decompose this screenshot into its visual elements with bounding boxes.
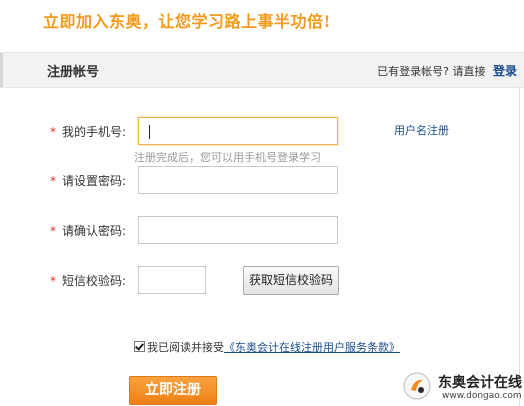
sms-code-label-group: * 短信校验码: <box>50 272 126 289</box>
dongao-watermark: 东奥会计在线 www.dongao.com <box>402 366 524 406</box>
sms-code-label: 短信校验码: <box>61 274 126 288</box>
agree-text: 我已阅读并接受 <box>147 341 224 354</box>
password-label: 请设置密码: <box>61 174 126 188</box>
has-account-text: 已有登录帐号? 请直接 <box>377 65 486 78</box>
confirm-password-input[interactable] <box>138 216 338 244</box>
required-mark: * <box>49 174 56 188</box>
register-submit-button[interactable]: 立即注册 <box>129 376 217 405</box>
required-mark: * <box>49 274 56 288</box>
phone-label: 我的手机号: <box>61 125 126 139</box>
confirm-password-label: 请确认密码: <box>61 224 126 238</box>
header-left-strip <box>0 53 3 87</box>
watermark-url: www.dongao.com <box>442 391 522 401</box>
right-border <box>519 86 520 406</box>
agreement: 我已阅读并接受《东奥会计在线注册用户服务条款》 <box>134 339 400 355</box>
login-link[interactable]: 登录 <box>493 64 517 78</box>
terms-link[interactable]: 《东奥会计在线注册用户服务条款》 <box>224 341 400 354</box>
required-mark: * <box>49 125 56 139</box>
phone-label-group: * 我的手机号: <box>50 123 126 140</box>
password-input[interactable] <box>138 166 338 194</box>
required-mark: * <box>49 224 56 238</box>
username-register-link[interactable]: 用户名注册 <box>394 122 449 138</box>
watermark-name: 东奥会计在线 <box>438 375 522 391</box>
text-caret <box>149 125 150 139</box>
agree-checkbox[interactable] <box>134 341 145 352</box>
login-prompt: 已有登录帐号? 请直接 登录 <box>377 62 517 79</box>
sms-code-input[interactable] <box>138 266 206 294</box>
phone-hint: 注册完成后，您可以用手机号登录学习 <box>134 151 321 164</box>
slogan: 立即加入东奥，让您学习路上事半功倍! <box>43 12 332 31</box>
register-header-bar: 注册帐号 已有登录帐号? 请直接 登录 <box>0 52 524 88</box>
phone-input[interactable] <box>138 117 338 145</box>
confirm-password-label-group: * 请确认密码: <box>50 222 126 239</box>
get-sms-code-button[interactable]: 获取短信校验码 <box>243 266 339 295</box>
dongao-logo-icon <box>403 372 431 400</box>
page-title: 注册帐号 <box>47 65 100 80</box>
password-label-group: * 请设置密码: <box>50 172 126 189</box>
